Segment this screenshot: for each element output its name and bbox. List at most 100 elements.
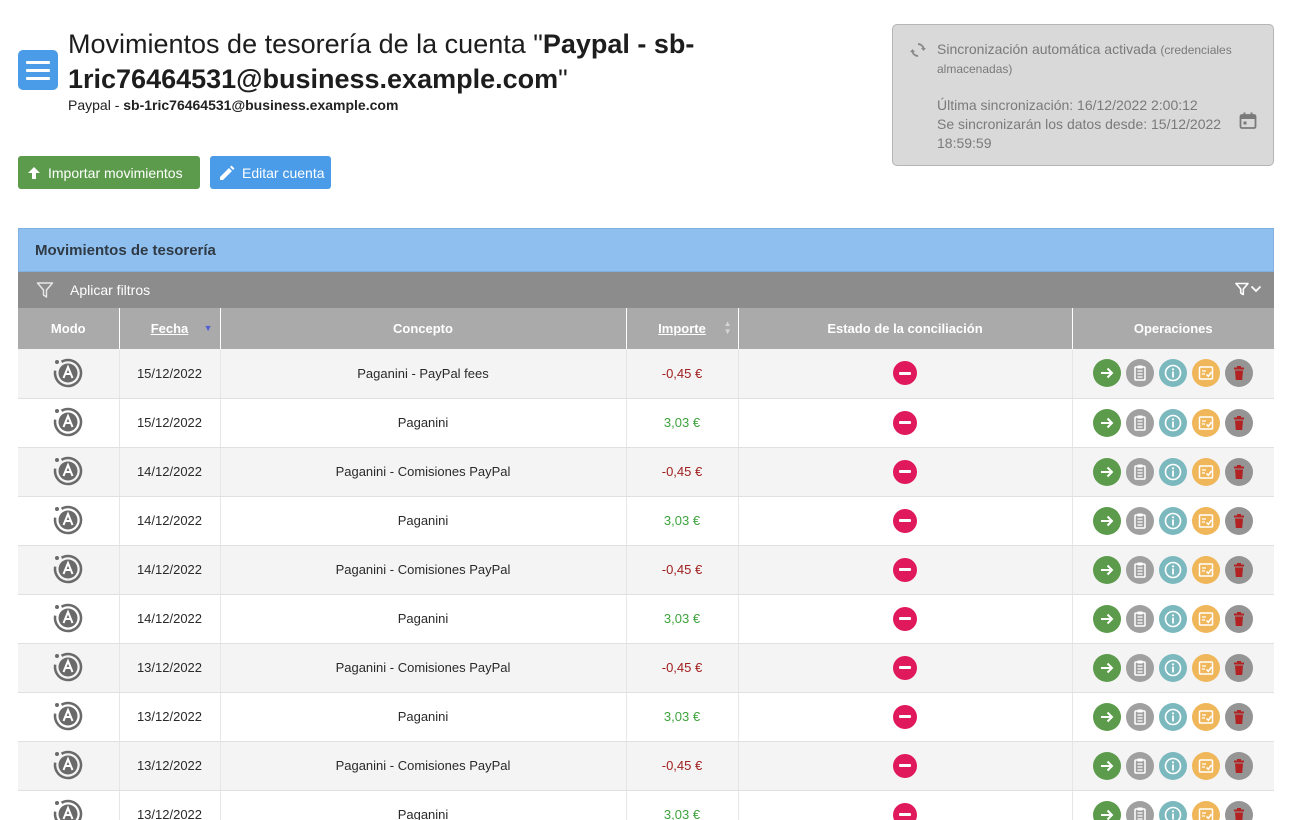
info-button[interactable] xyxy=(1159,457,1188,486)
filter-toggle[interactable] xyxy=(1235,282,1262,296)
info-button[interactable] xyxy=(1159,604,1188,633)
trash-button[interactable] xyxy=(1225,604,1254,633)
trash-button[interactable] xyxy=(1225,408,1254,437)
not-reconciled-icon[interactable] xyxy=(893,802,917,820)
operations-group xyxy=(1073,408,1275,437)
notes-button[interactable] xyxy=(1126,653,1155,682)
arrow-right-button[interactable] xyxy=(1093,604,1122,633)
amount-cell: -0,45 € xyxy=(626,741,739,791)
page-title: Movimientos de tesorería de la cuenta "P… xyxy=(68,29,695,94)
arrow-right-button[interactable] xyxy=(1093,555,1122,584)
notes-button[interactable] xyxy=(1126,555,1155,584)
edit-checklist-button[interactable] xyxy=(1192,457,1221,486)
notes-button[interactable] xyxy=(1126,457,1155,486)
info-button[interactable] xyxy=(1159,702,1188,731)
info-button[interactable] xyxy=(1159,800,1188,820)
not-reconciled-icon[interactable] xyxy=(893,459,917,484)
concept-cell: Paganini xyxy=(220,692,627,742)
arrow-right-button[interactable] xyxy=(1093,751,1122,780)
arrow-right-button[interactable] xyxy=(1093,457,1122,486)
arrow-right-icon xyxy=(1098,414,1116,432)
arrow-right-button[interactable] xyxy=(1093,359,1122,388)
info-icon xyxy=(1163,462,1183,482)
edit-checklist-button[interactable] xyxy=(1192,359,1221,388)
not-reconciled-icon[interactable] xyxy=(893,704,917,729)
not-reconciled-icon[interactable] xyxy=(893,361,917,386)
edit-account-button[interactable]: Editar cuenta xyxy=(210,156,331,189)
operations-cell xyxy=(1072,741,1275,791)
mode-cell xyxy=(18,496,120,546)
edit-checklist-icon xyxy=(1197,610,1215,628)
not-reconciled-icon[interactable] xyxy=(893,655,917,680)
edit-checklist-button[interactable] xyxy=(1192,653,1221,682)
notes-icon xyxy=(1131,463,1149,481)
arrow-right-button[interactable] xyxy=(1093,702,1122,731)
arrow-right-button[interactable] xyxy=(1093,506,1122,535)
not-reconciled-icon[interactable] xyxy=(893,606,917,631)
notes-button[interactable] xyxy=(1126,408,1155,437)
info-button[interactable] xyxy=(1159,751,1188,780)
notes-button[interactable] xyxy=(1126,702,1155,731)
notes-icon xyxy=(1131,659,1149,677)
filter-bar[interactable]: Aplicar filtros xyxy=(18,272,1274,308)
chevron-down-icon xyxy=(1250,285,1262,293)
not-reconciled-icon[interactable] xyxy=(893,557,917,582)
notes-button[interactable] xyxy=(1126,800,1155,820)
reconciliation-status-cell xyxy=(738,447,1073,497)
trash-button[interactable] xyxy=(1225,751,1254,780)
arrow-right-button[interactable] xyxy=(1093,653,1122,682)
calendar-icon[interactable] xyxy=(1238,111,1258,131)
not-reconciled-icon[interactable] xyxy=(893,753,917,778)
amount-cell: 3,03 € xyxy=(626,594,739,644)
notes-button[interactable] xyxy=(1126,751,1155,780)
import-movements-button[interactable]: Importar movimientos xyxy=(18,156,200,189)
edit-checklist-button[interactable] xyxy=(1192,702,1221,731)
not-reconciled-icon[interactable] xyxy=(893,508,917,533)
sort-desc-icon: ▼ xyxy=(203,323,213,333)
amount-cell: -0,45 € xyxy=(626,447,739,497)
notes-button[interactable] xyxy=(1126,359,1155,388)
trash-button[interactable] xyxy=(1225,702,1254,731)
trash-button[interactable] xyxy=(1225,800,1254,820)
arrow-right-button[interactable] xyxy=(1093,408,1122,437)
edit-checklist-button[interactable] xyxy=(1192,506,1221,535)
operations-group xyxy=(1073,751,1275,780)
edit-checklist-button[interactable] xyxy=(1192,408,1221,437)
trash-button[interactable] xyxy=(1225,555,1254,584)
automatic-mode-icon xyxy=(52,601,84,633)
edit-checklist-button[interactable] xyxy=(1192,751,1221,780)
sync-status-panel: Sincronización automática activada (cred… xyxy=(892,24,1274,166)
info-button[interactable] xyxy=(1159,555,1188,584)
trash-button[interactable] xyxy=(1225,457,1254,486)
concept-cell: Paganini - Comisiones PayPal xyxy=(220,643,627,693)
trash-icon xyxy=(1230,806,1248,820)
trash-button[interactable] xyxy=(1225,506,1254,535)
notes-button[interactable] xyxy=(1126,604,1155,633)
arrow-right-button[interactable] xyxy=(1093,800,1122,820)
reconciliation-status-cell xyxy=(738,349,1073,399)
date-cell: 14/12/2022 xyxy=(119,545,221,595)
column-header-importe[interactable]: Importe ▲ ▼ xyxy=(626,308,739,349)
date-cell: 13/12/2022 xyxy=(119,790,221,820)
trash-button[interactable] xyxy=(1225,359,1254,388)
column-header-fecha[interactable]: Fecha ▼ xyxy=(119,308,221,349)
arrow-right-icon xyxy=(1098,512,1116,530)
not-reconciled-icon[interactable] xyxy=(893,410,917,435)
trash-button[interactable] xyxy=(1225,653,1254,682)
info-button[interactable] xyxy=(1159,506,1188,535)
notes-button[interactable] xyxy=(1126,506,1155,535)
info-button[interactable] xyxy=(1159,408,1188,437)
concept-cell: Paganini - Comisiones PayPal xyxy=(220,741,627,791)
edit-checklist-button[interactable] xyxy=(1192,604,1221,633)
automatic-mode-icon xyxy=(52,797,84,820)
apply-filters-label: Aplicar filtros xyxy=(70,282,151,298)
arrow-right-icon xyxy=(1098,806,1116,820)
trash-icon xyxy=(1230,414,1248,432)
info-button[interactable] xyxy=(1159,653,1188,682)
edit-checklist-button[interactable] xyxy=(1192,555,1221,584)
info-icon xyxy=(1163,756,1183,776)
menu-button[interactable] xyxy=(18,50,58,90)
table-row: 13/12/2022 Paganini - Comisiones PayPal -0… xyxy=(18,643,1274,693)
edit-checklist-button[interactable] xyxy=(1192,800,1221,820)
info-button[interactable] xyxy=(1159,359,1188,388)
